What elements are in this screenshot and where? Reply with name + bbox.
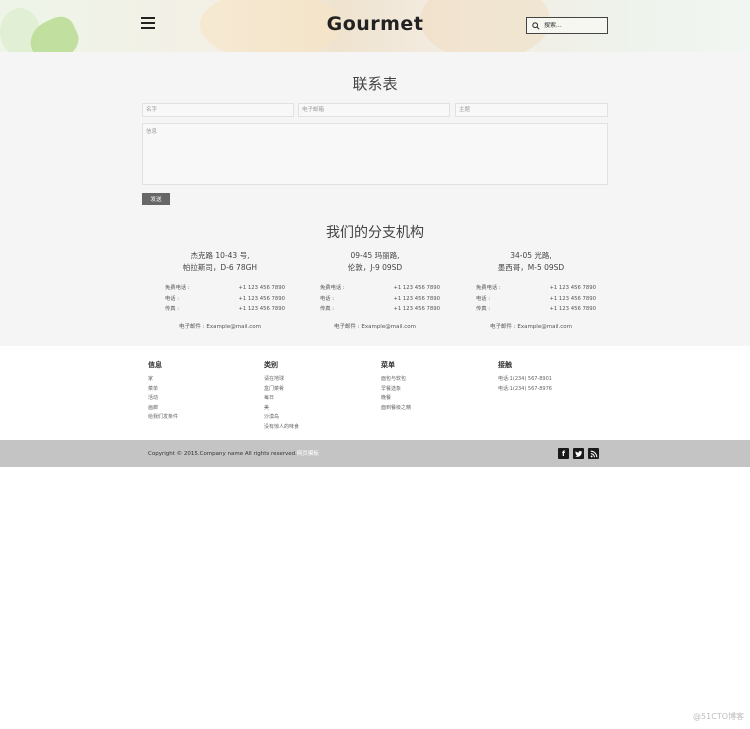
branch-address: 34-05 光路, 墨西哥，M-5 09SD <box>497 251 565 272</box>
footer-link[interactable]: 画廊 <box>148 404 263 414</box>
footer-link[interactable]: 家 <box>148 375 263 385</box>
fax-row: 传真 : +1 123 456 7890 <box>320 306 440 312</box>
twitter-icon[interactable] <box>573 448 584 459</box>
footer-column-title: 接触 <box>498 361 512 369</box>
footer-link[interactable]: 沙漠岛 <box>264 413 379 423</box>
banner-food-decoration <box>200 0 340 52</box>
send-button[interactable]: 发送 <box>142 193 170 205</box>
rss-icon[interactable] <box>588 448 599 459</box>
site-logo[interactable]: Gourmet <box>320 13 430 35</box>
copyright-text: Copyright © 2015.Company name All rights… <box>148 451 319 457</box>
toll-free-row: 免费电话 : +1 123 456 7890 <box>165 285 285 291</box>
footer-phone: 电话:1(234) 567-8901 <box>498 376 552 382</box>
branch-card: 09-45 玛丽路, 伦敦，J-9 09SD 免费电话 : +1 123 456 … <box>300 250 450 330</box>
phone-row: 电话 : +1 123 456 7890 <box>320 295 440 302</box>
footer-link[interactable]: 请在地球 <box>264 375 379 385</box>
contact-section: 联系表 发送 我们的分支机构 杰克路 10-43 号, 帕拉斯司，D-6 78G… <box>0 52 750 346</box>
email-field[interactable] <box>298 103 450 117</box>
toll-free-row: 免费电话 : +1 123 456 7890 <box>476 285 596 291</box>
footer-link[interactable]: 没有惊人的味食 <box>264 423 379 433</box>
header-banner: Gourmet <box>0 0 750 52</box>
branches-title: 我们的分支机构 <box>326 225 424 241</box>
footer-column-title: 信息 <box>148 361 162 369</box>
footer-link[interactable]: 活动 <box>148 394 263 404</box>
footer-link[interactable]: 早餐选象 <box>381 385 496 395</box>
message-field[interactable] <box>142 123 608 185</box>
subject-field[interactable] <box>455 103 608 117</box>
branch-address: 09-45 玛丽路, 伦敦，J-9 09SD <box>347 251 403 272</box>
footer-column-menu: 菜单 面包与软包 早餐选象 晚餐 面到餐级之精 <box>381 360 496 413</box>
branch-email[interactable]: 电子邮件 : Example@mail.com <box>456 322 606 330</box>
footer-link[interactable]: 每日 <box>264 394 379 404</box>
footer-link[interactable]: 美 <box>264 404 379 414</box>
footer-link[interactable]: 菜单 <box>148 385 263 395</box>
footer-column-contact: 接触 电话:1(234) 567-8901 电话:1(234) 567-8976 <box>498 360 613 394</box>
fax-row: 传真 : +1 123 456 7890 <box>165 306 285 312</box>
watermark-text: @51CTO博客 <box>693 712 744 721</box>
search-box[interactable] <box>526 17 608 34</box>
footer-links: 信息 家 菜单 活动 画廊 给我们发条件 类别 请在地球 盒门菜肴 每日 美 沙… <box>0 346 750 440</box>
search-icon <box>532 21 540 30</box>
footer-link[interactable]: 盒门菜肴 <box>264 385 379 395</box>
phone-row: 电话 : +1 123 456 7890 <box>165 295 285 302</box>
footer-column-title: 类别 <box>264 361 278 369</box>
branch-email[interactable]: 电子邮件 : Example@mail.com <box>145 322 295 330</box>
footer-link[interactable]: 面包与软包 <box>381 375 496 385</box>
search-input[interactable] <box>544 22 604 29</box>
footer-column-info: 信息 家 菜单 活动 画廊 给我们发条件 <box>148 360 263 423</box>
page: Gourmet 联系表 发送 我们的分支机构 杰克路 10-43 号, 帕拉斯司… <box>0 0 750 729</box>
fax-row: 传真 : +1 123 456 7890 <box>476 306 596 312</box>
phone-row: 电话 : +1 123 456 7890 <box>476 295 596 302</box>
branch-email[interactable]: 电子邮件 : Example@mail.com <box>300 322 450 330</box>
toll-free-row: 免费电话 : +1 123 456 7890 <box>320 285 440 291</box>
branch-card: 34-05 光路, 墨西哥，M-5 09SD 免费电话 : +1 123 456 … <box>456 250 606 330</box>
facebook-icon[interactable]: f <box>558 448 569 459</box>
contact-form-title: 联系表 <box>352 75 398 93</box>
footer-link[interactable]: 给我们发条件 <box>148 413 263 423</box>
footer-link[interactable]: 面到餐级之精 <box>381 404 496 414</box>
copyright-bar: Copyright © 2015.Company name All rights… <box>0 440 750 467</box>
footer-link[interactable]: 晚餐 <box>381 394 496 404</box>
hamburger-menu-icon[interactable] <box>141 17 155 29</box>
footer-phone: 电话:1(234) 567-8976 <box>498 385 552 392</box>
name-field[interactable] <box>142 103 294 117</box>
branch-address: 杰克路 10-43 号, 帕拉斯司，D-6 78GH <box>182 251 258 272</box>
footer-column-title: 菜单 <box>381 361 395 369</box>
template-link[interactable]: 网页模板 <box>297 451 319 457</box>
branch-card: 杰克路 10-43 号, 帕拉斯司，D-6 78GH 免费电话 : +1 123 … <box>145 250 295 330</box>
footer-column-categories: 类别 请在地球 盒门菜肴 每日 美 沙漠岛 没有惊人的味食 <box>264 360 379 432</box>
